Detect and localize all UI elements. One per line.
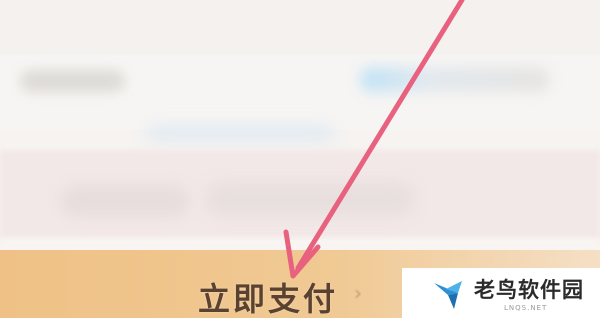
blurred-link-text	[145, 125, 335, 141]
blurred-text-left	[20, 70, 125, 92]
pay-now-label[interactable]: 立即支付	[198, 274, 338, 318]
bird-logo-icon	[434, 281, 462, 309]
watermark-badge: 老鸟软件园 LNQS.NET	[402, 268, 600, 318]
blurred-text-right	[360, 67, 550, 92]
watermark-brand-text: 老鸟软件园	[474, 278, 584, 302]
blurred-header-area	[0, 0, 600, 55]
blurred-option-pill[interactable]	[60, 185, 190, 217]
chevron-right-icon: ›	[354, 281, 362, 305]
app-screen: 立即支付 › 老鸟软件园 LNQS.NET	[0, 0, 600, 318]
watermark-domain-text: LNQS.NET	[504, 304, 548, 312]
blurred-option-pill[interactable]	[205, 182, 415, 216]
